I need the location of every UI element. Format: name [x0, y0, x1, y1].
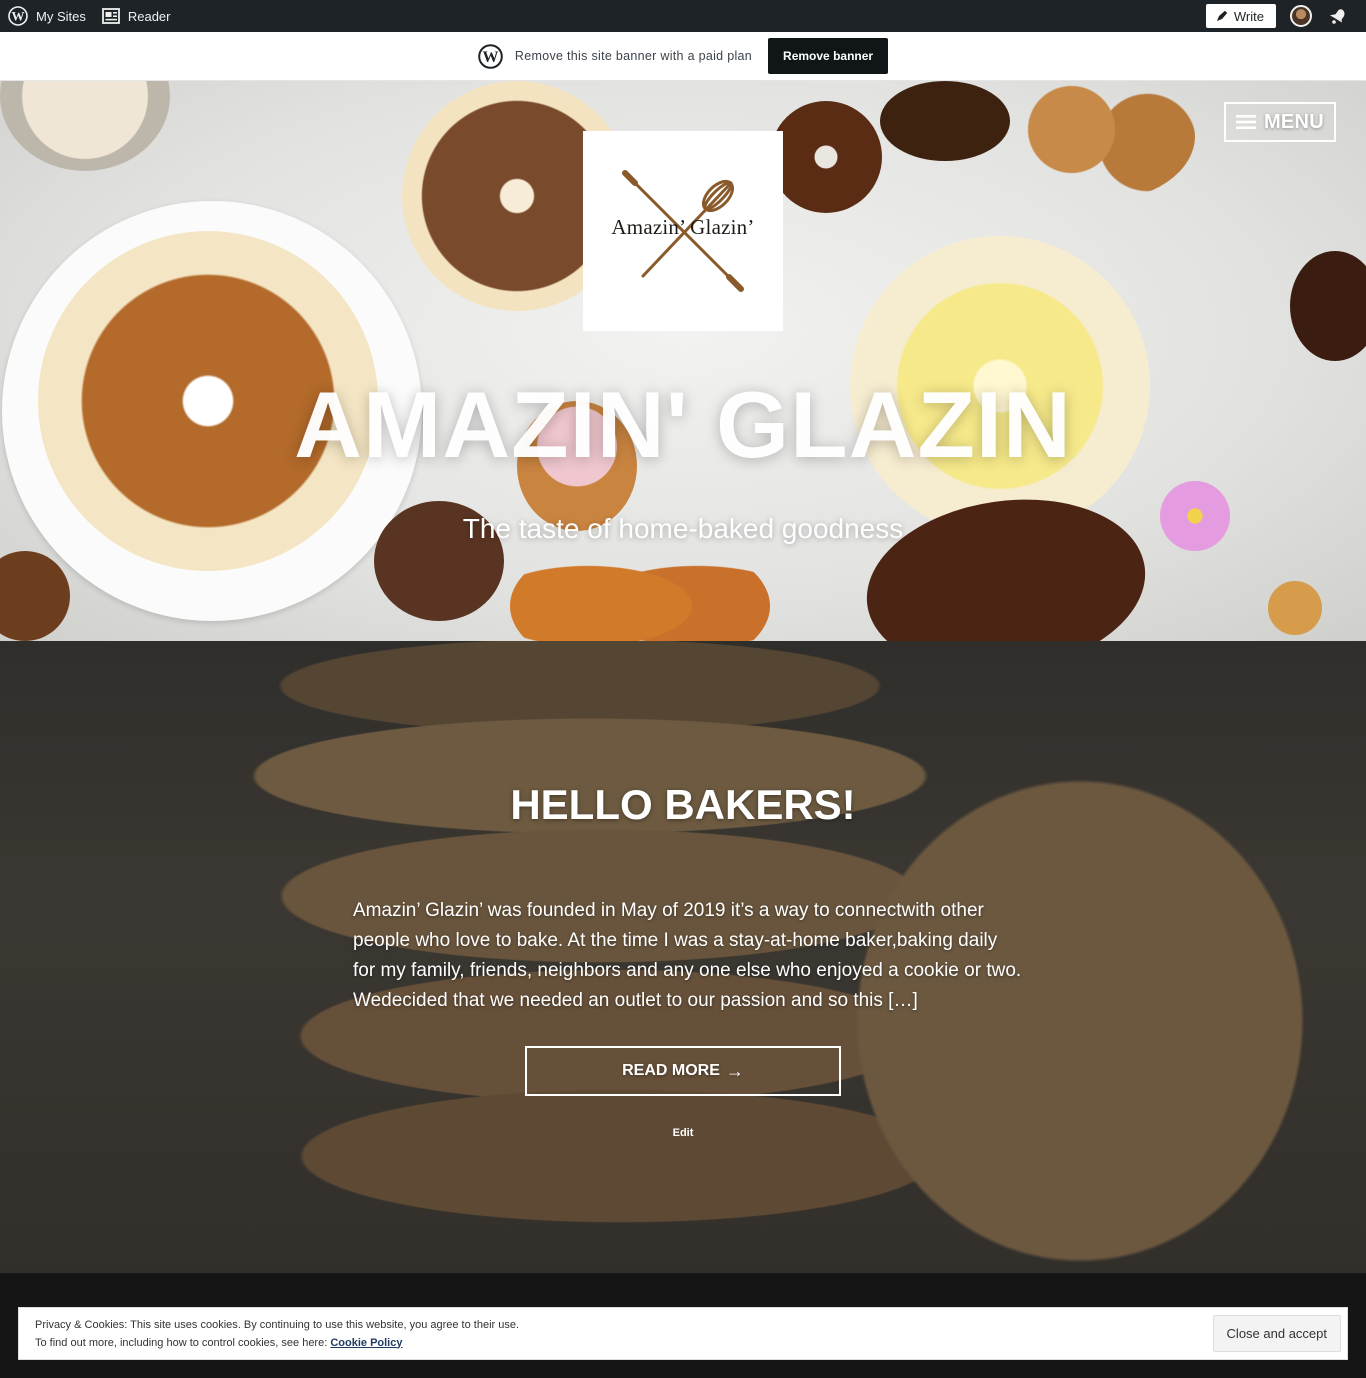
wordpress-icon: W — [478, 43, 503, 69]
featured-post: HELLO BAKERS! Amazin’ Glazin’ was founde… — [0, 641, 1366, 1273]
hero-header: Amazin’ Glazin’ MENU AMAZIN' GLAZIN The … — [0, 81, 1366, 641]
read-more-button[interactable]: READ MORE → — [525, 1046, 841, 1096]
site-banner: W Remove this site banner with a paid pl… — [0, 32, 1366, 81]
site-logo[interactable]: Amazin’ Glazin’ — [583, 131, 783, 331]
menu-label: MENU — [1263, 110, 1325, 133]
reader-label: Reader — [127, 8, 171, 24]
hero-background-cookie — [0, 551, 70, 641]
cookie-notice-line-2-text: To find out more, including how to contr… — [35, 1336, 328, 1349]
bell-icon[interactable] — [1328, 6, 1348, 26]
reader-icon — [101, 8, 120, 24]
edit-link[interactable]: Edit — [0, 1127, 1366, 1139]
banner-text: Remove this site banner with a paid plan — [514, 49, 753, 63]
hero-background-brownie — [855, 482, 1157, 641]
my-sites-link[interactable]: W My Sites — [0, 0, 94, 32]
wordpress-icon: W — [8, 6, 28, 26]
hero-background-donut — [770, 101, 882, 213]
site-title[interactable]: AMAZIN' GLAZIN — [0, 371, 1366, 479]
avatar[interactable] — [1290, 5, 1312, 27]
write-button[interactable]: Write — [1205, 4, 1276, 28]
hamburger-icon — [1235, 114, 1256, 130]
cookie-notice-text: Privacy & Cookies: This site uses cookie… — [35, 1316, 519, 1352]
my-sites-label: My Sites — [36, 8, 86, 24]
write-label: Write — [1233, 8, 1264, 24]
cookie-policy-link[interactable]: Cookie Policy — [330, 1337, 402, 1349]
hero-background-cinnamon-rolls — [510, 536, 770, 641]
hero-background-donut — [880, 81, 1010, 161]
pen-icon — [1216, 10, 1228, 22]
hero-background-pie — [0, 81, 170, 171]
menu-button[interactable]: MENU — [1224, 102, 1336, 142]
hero-background-chocolate — [1290, 251, 1366, 361]
hero-background-cookies — [1005, 81, 1195, 201]
post-title[interactable]: HELLO BAKERS! — [0, 781, 1366, 829]
arrow-right-icon: → — [725, 1060, 744, 1081]
cookie-notice-line-2: To find out more, including how to contr… — [35, 1334, 519, 1352]
logo-text: Amazin’ Glazin’ — [611, 215, 755, 239]
remove-banner-button[interactable]: Remove banner — [768, 38, 889, 74]
svg-text:W: W — [12, 9, 25, 24]
hero-background-honey-dipper — [1268, 581, 1322, 635]
cookie-notice-line-1: Privacy & Cookies: This site uses cookie… — [35, 1318, 520, 1331]
reader-link[interactable]: Reader — [94, 0, 179, 32]
admin-bar: W My Sites Reader Write — [0, 0, 1366, 32]
cookie-notice: Privacy & Cookies: This site uses cookie… — [18, 1307, 1348, 1360]
close-and-accept-button[interactable]: Close and accept — [1212, 1315, 1341, 1352]
site-tagline: The taste of home-baked goodness — [462, 513, 904, 544]
post-excerpt: Amazin’ Glazin’ was founded in May of 20… — [353, 900, 1022, 1011]
svg-text:W: W — [482, 49, 498, 66]
read-more-label: READ MORE — [622, 1062, 720, 1079]
